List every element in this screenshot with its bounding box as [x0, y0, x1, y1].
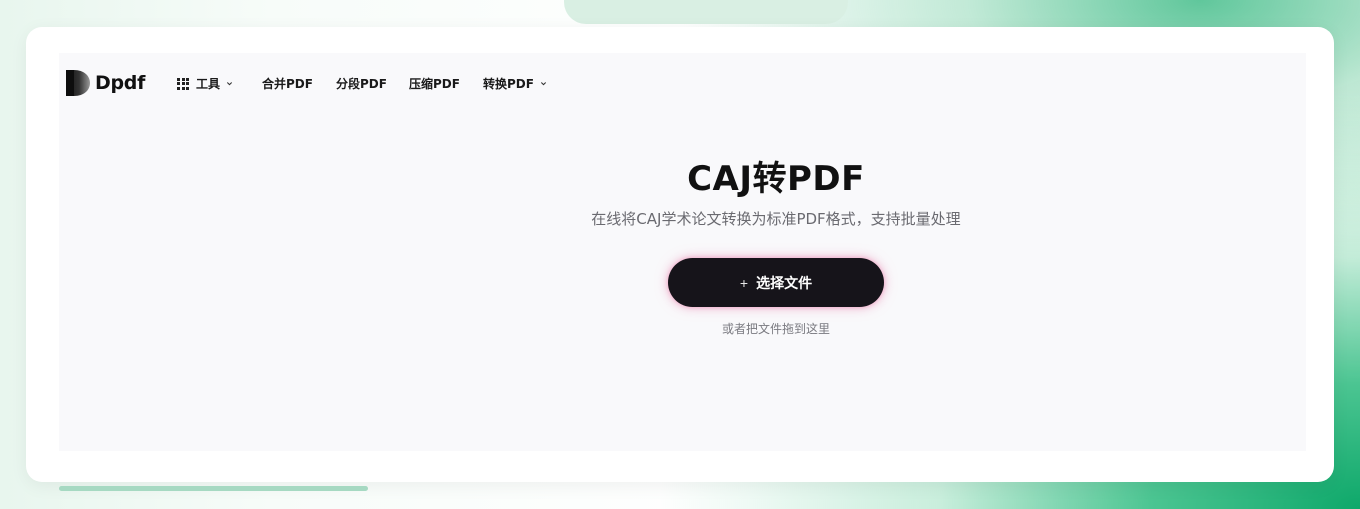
- nav-item-split-pdf[interactable]: 分段PDF: [336, 75, 387, 92]
- nav-item-merge-pdf[interactable]: 合并PDF: [262, 75, 313, 92]
- nav-item-label: 压缩PDF: [409, 77, 460, 91]
- nav-item-convert-pdf[interactable]: 转换PDF: [483, 75, 547, 92]
- top-tab-decoration: [564, 0, 848, 24]
- nav-item-tools[interactable]: 工具: [177, 75, 233, 92]
- brand-logo[interactable]: Dpdf: [65, 69, 145, 97]
- main-content: Dpdf 工具 合并PDF 分段PDF 压缩PDF 转换PDF CAJ转PDF …: [59, 53, 1306, 451]
- page-subtitle: 在线将CAJ学术论文转换为标准PDF格式，支持批量处理: [591, 210, 961, 228]
- dpdf-logo-icon: [66, 70, 90, 96]
- drop-zone-hint: 或者把文件拖到这里: [721, 322, 830, 336]
- nav-item-label: 合并PDF: [262, 77, 313, 91]
- chevron-down-icon: [226, 82, 233, 86]
- horizontal-scrollbar[interactable]: [59, 486, 368, 491]
- nav-item-label: 工具: [196, 77, 221, 91]
- chevron-down-icon: [540, 82, 547, 86]
- plus-icon: +: [739, 274, 749, 291]
- grid-icon: [177, 77, 189, 90]
- top-nav: Dpdf 工具 合并PDF 分段PDF 压缩PDF 转换PDF: [59, 53, 1306, 105]
- page-title: CAJ转PDF: [687, 159, 865, 199]
- nav-item-label: 转换PDF: [483, 77, 534, 91]
- app-window: Dpdf 工具 合并PDF 分段PDF 压缩PDF 转换PDF CAJ转PDF …: [26, 27, 1334, 482]
- select-file-button[interactable]: + 选择文件: [668, 258, 884, 307]
- nav-item-compress-pdf[interactable]: 压缩PDF: [409, 75, 460, 92]
- select-file-label: 选择文件: [756, 274, 813, 291]
- brand-name: Dpdf: [95, 72, 146, 94]
- nav-item-label: 分段PDF: [336, 77, 387, 91]
